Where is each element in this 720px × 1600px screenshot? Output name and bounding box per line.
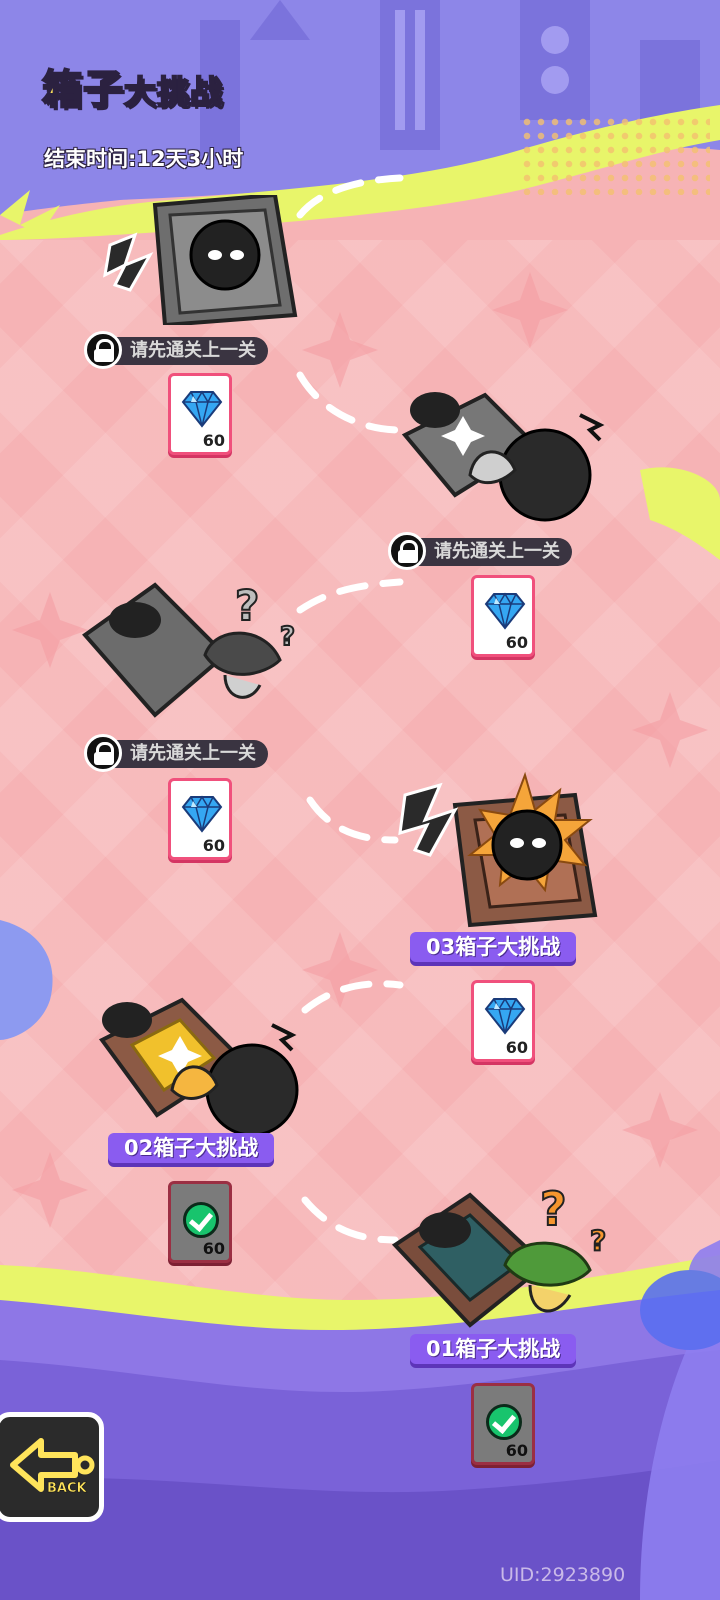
back-button[interactable]: BACK — [0, 1412, 104, 1522]
locked-mushroom-box-art — [401, 392, 605, 522]
user-id: UID:2923890 — [500, 1564, 626, 1586]
bomb-box-art — [398, 771, 598, 928]
question-box-art: ? ? — [391, 1181, 607, 1328]
reward-chest[interactable]: 60 — [471, 575, 535, 657]
lock-icon — [84, 331, 122, 369]
locked-tag: 请先通关上一关 — [84, 734, 268, 772]
reward-amount: 60 — [505, 1038, 528, 1057]
level-name-tag: 01箱子大挑战 — [410, 1334, 577, 1364]
locked-question-box-art: ? ? — [82, 580, 296, 718]
challenge-map: 箱子大挑战 结束时间:12天3小时 请先通关上一关 60 请先通关上一关 60 … — [0, 0, 720, 1600]
reward-amount: 60 — [202, 1239, 225, 1258]
reward-chest-claimed[interactable]: 60 — [168, 1181, 232, 1263]
reward-chest-claimed[interactable]: 60 — [471, 1383, 535, 1465]
mushroom-box-art — [98, 997, 299, 1137]
reward-amount: 60 — [202, 431, 225, 450]
blue-gem-icon — [484, 997, 526, 1035]
locked-tag: 请先通关上一关 — [388, 532, 572, 570]
level-name-tag: 03箱子大挑战 — [410, 932, 577, 962]
svg-text:?: ? — [280, 622, 295, 652]
svg-text:?: ? — [540, 1182, 567, 1236]
blue-gem-icon — [181, 390, 223, 428]
locked-bomb-box-art — [103, 195, 298, 325]
reward-chest[interactable]: 60 — [168, 373, 232, 455]
reward-amount: 60 — [505, 633, 528, 652]
blue-gem-icon — [181, 795, 223, 833]
blue-gem-icon — [484, 592, 526, 630]
reward-chest[interactable]: 60 — [471, 980, 535, 1062]
reward-amount: 60 — [202, 836, 225, 855]
reward-amount: 60 — [505, 1441, 528, 1460]
reward-chest[interactable]: 60 — [168, 778, 232, 860]
back-label: BACK — [47, 1481, 87, 1497]
check-icon — [183, 1202, 219, 1238]
locked-tag: 请先通关上一关 — [84, 331, 268, 369]
lock-icon — [84, 734, 122, 772]
lock-icon — [388, 532, 426, 570]
level-name-tag: 02箱子大挑战 — [108, 1133, 275, 1163]
svg-text:?: ? — [590, 1224, 606, 1257]
svg-text:?: ? — [235, 581, 259, 630]
check-icon — [486, 1404, 522, 1440]
